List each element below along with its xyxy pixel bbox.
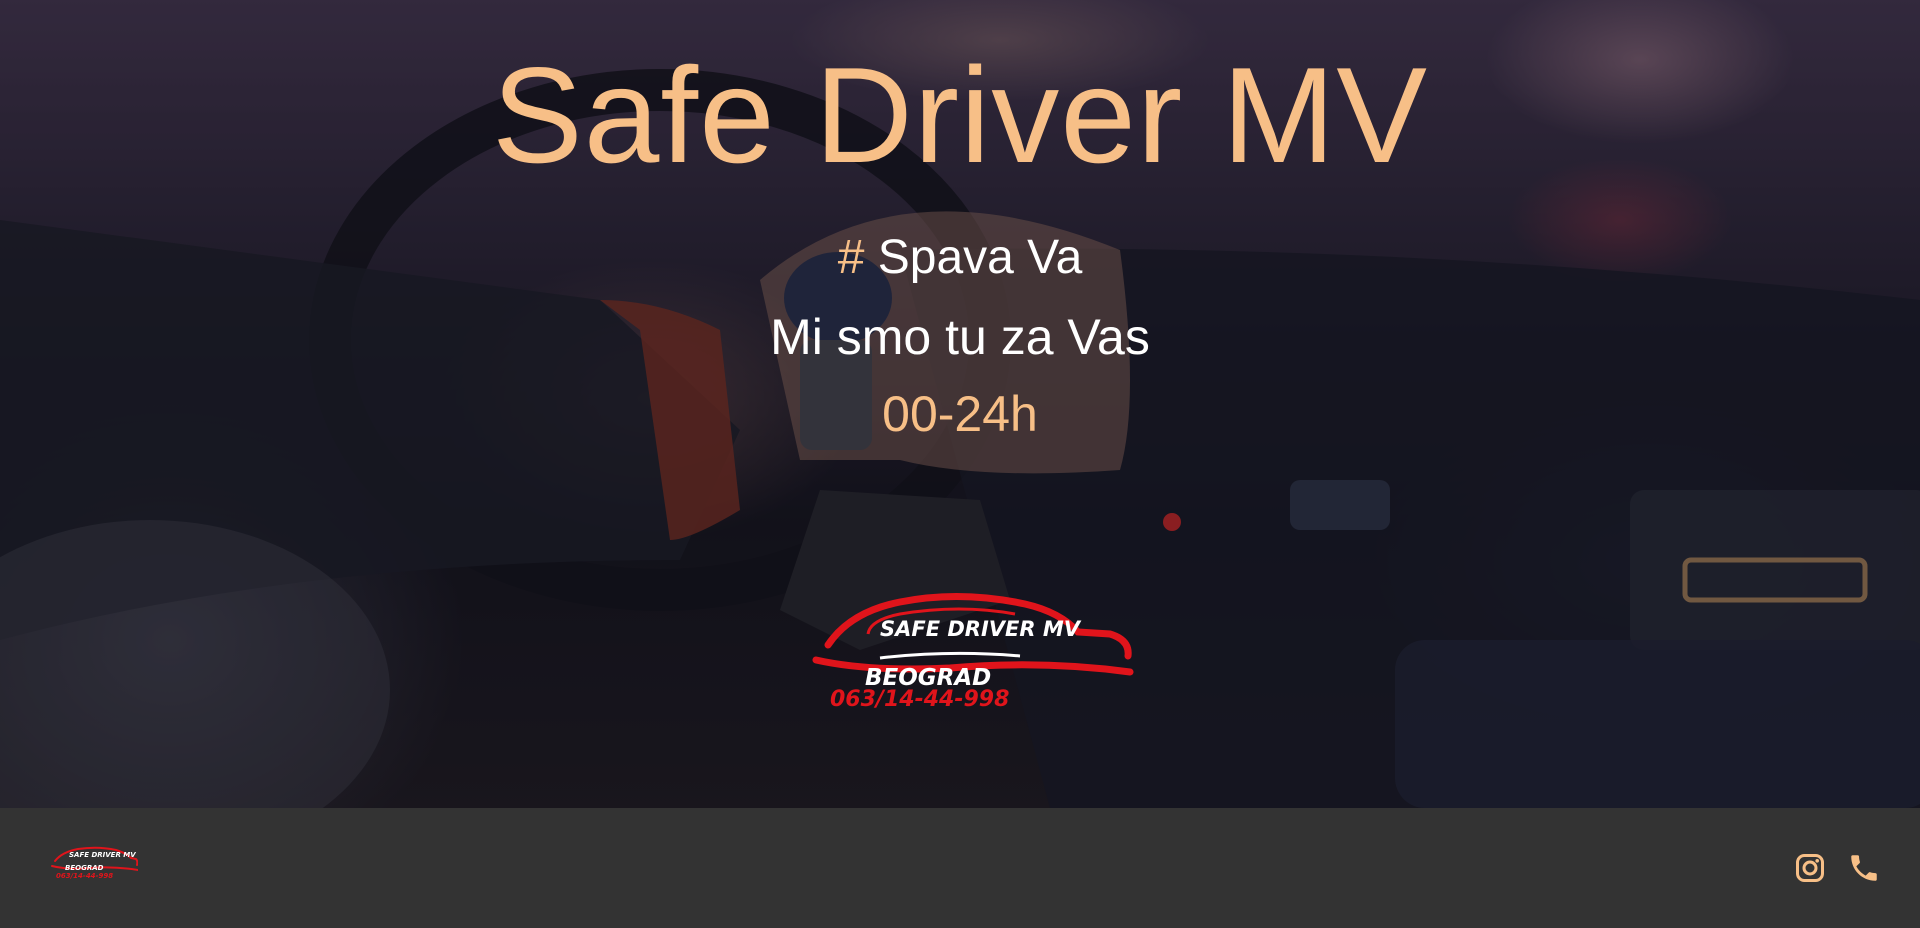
- footer-logo-city: BEOGRAD: [65, 864, 104, 872]
- instagram-link[interactable]: [1790, 848, 1830, 888]
- hero-motto: Mi smo tu za Vas: [770, 309, 1150, 365]
- hero-tagline: # Spava Va: [0, 228, 1920, 288]
- footer-logo-phone: 063/14-44-998: [56, 872, 114, 880]
- footer: SAFE DRIVER MV BEOGRAD 063/14-44-998: [0, 808, 1920, 928]
- instagram-icon: [1796, 854, 1824, 882]
- phone-icon: [1851, 855, 1877, 881]
- phone-link[interactable]: [1844, 848, 1884, 888]
- logo-brand: SAFE DRIVER MV: [880, 617, 1081, 641]
- footer-logo-brand: SAFE DRIVER MV: [69, 851, 136, 859]
- hero-section: Safe Driver MV # Spava Va Mi smo tu za V…: [0, 0, 1920, 808]
- hashtag-symbol: #: [837, 231, 865, 284]
- company-logo: SAFE DRIVER MV BEOGRAD 063/14-44-998: [810, 590, 1140, 720]
- page-title: Safe Driver MV: [492, 39, 1428, 191]
- footer-logo[interactable]: SAFE DRIVER MV BEOGRAD 063/14-44-998: [50, 846, 139, 882]
- logo-phone: 063/14-44-998: [830, 687, 1010, 712]
- hashtag-text: Spava Va: [864, 231, 1083, 284]
- hero-hours: 00-24h: [882, 386, 1038, 442]
